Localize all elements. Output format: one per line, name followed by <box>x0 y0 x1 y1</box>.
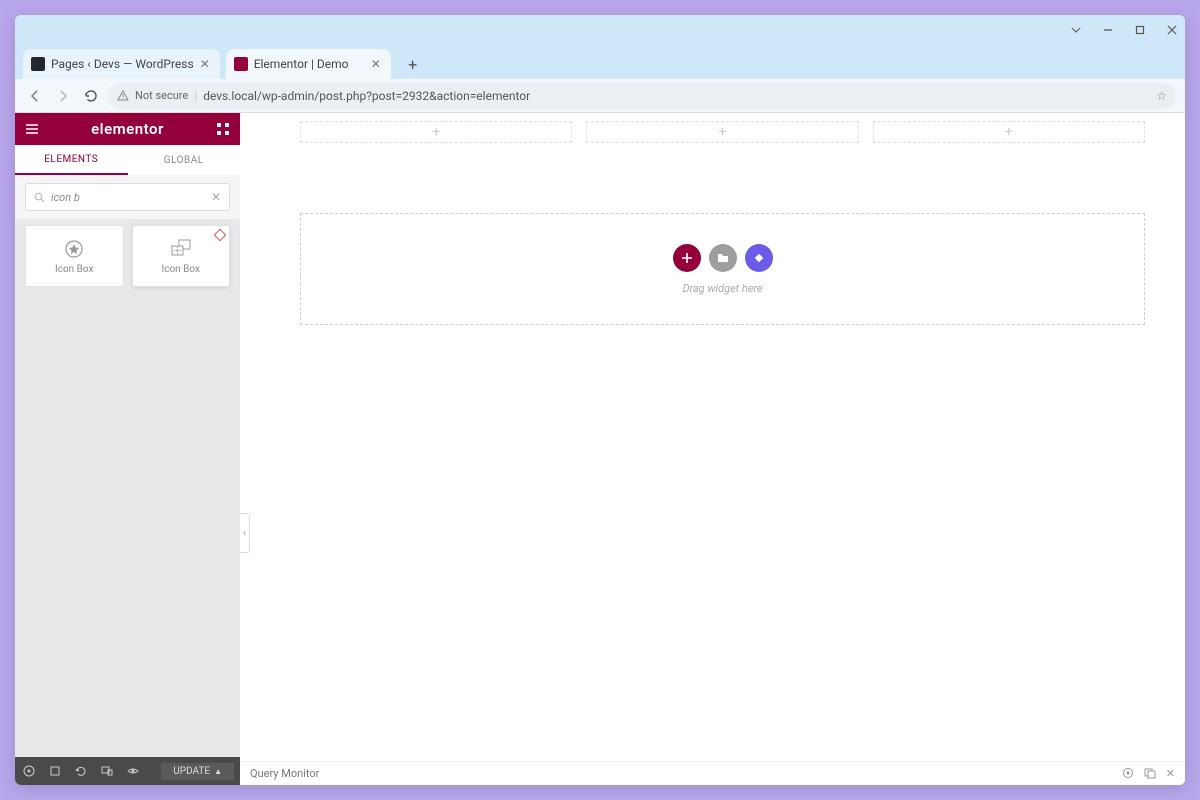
search-icon <box>34 192 45 203</box>
browser-toolbar: Not secure | devs.local/wp-admin/post.ph… <box>15 79 1185 113</box>
icon-box-icon <box>170 238 192 260</box>
security-label: Not secure <box>135 89 188 102</box>
back-button[interactable] <box>23 84 47 108</box>
browser-tab[interactable]: Elementor | Demo ✕ <box>226 49 391 79</box>
tab-global[interactable]: GLOBAL <box>128 145 241 175</box>
drop-zone-buttons <box>673 244 773 272</box>
query-monitor-label[interactable]: Query Monitor <box>250 767 319 780</box>
preview-icon[interactable] <box>125 763 141 779</box>
drop-zone[interactable]: Drag widget here <box>300 213 1145 325</box>
add-block-button[interactable] <box>745 244 773 272</box>
drop-hint: Drag widget here <box>682 282 762 295</box>
search-wrap: ✕ <box>15 175 240 219</box>
browser-tab[interactable]: Pages ‹ Devs — WordPress ✕ <box>23 49 220 79</box>
history-icon[interactable] <box>73 763 89 779</box>
update-label: UPDATE <box>173 766 210 777</box>
sidebar-footer: UPDATE ▲ <box>15 757 240 785</box>
minimize-button[interactable] <box>1101 23 1115 37</box>
widgets-grid: Icon Box Icon Box <box>15 219 240 293</box>
search-input[interactable] <box>51 191 205 204</box>
menu-icon[interactable] <box>23 120 41 138</box>
dropdown-icon[interactable] <box>1069 23 1083 37</box>
tab-elements[interactable]: ELEMENTS <box>15 145 128 175</box>
tab-title: Pages ‹ Devs — WordPress <box>51 57 194 71</box>
plus-icon: + <box>432 124 440 140</box>
grid-icon[interactable] <box>214 120 232 138</box>
chevron-up-icon: ▲ <box>214 767 222 776</box>
close-button[interactable] <box>1165 23 1179 37</box>
address-bar[interactable]: Not secure | devs.local/wp-admin/post.ph… <box>107 83 1177 109</box>
favicon-icon <box>234 57 248 71</box>
brand-logo: elementor <box>91 120 164 138</box>
pro-badge-icon <box>214 229 226 241</box>
plus-icon: + <box>719 124 727 140</box>
update-button[interactable]: UPDATE ▲ <box>161 763 234 780</box>
widget-label: Icon Box <box>162 264 200 275</box>
reload-button[interactable] <box>79 84 103 108</box>
sections-row: + + + <box>300 121 1145 143</box>
widget-icon-box-pro[interactable]: Icon Box <box>132 225 231 287</box>
sidebar-header: elementor <box>15 113 240 145</box>
add-section-button[interactable] <box>673 244 701 272</box>
browser-tabs: Pages ‹ Devs — WordPress ✕ Elementor | D… <box>15 45 1185 79</box>
plus-icon: + <box>1005 124 1013 140</box>
new-tab-button[interactable]: + <box>401 52 425 76</box>
add-column-button[interactable]: + <box>300 121 572 143</box>
bottom-bar: Query Monitor ✕ <box>240 761 1185 785</box>
search-box: ✕ <box>25 183 230 211</box>
elementor-sidebar: elementor ELEMENTS GLOBAL ✕ Icon Box <box>15 113 240 785</box>
window-icon[interactable] <box>1144 767 1156 780</box>
add-column-button[interactable]: + <box>586 121 858 143</box>
forward-button[interactable] <box>51 84 75 108</box>
app-content: elementor ELEMENTS GLOBAL ✕ Icon Box <box>15 113 1185 785</box>
not-secure-icon <box>117 90 129 102</box>
url-text: devs.local/wp-admin/post.php?post=2932&a… <box>203 89 530 103</box>
maximize-button[interactable] <box>1133 23 1147 37</box>
widget-icon-box[interactable]: Icon Box <box>25 225 124 287</box>
sidebar-tabs: ELEMENTS GLOBAL <box>15 145 240 175</box>
bottom-right-icons: ✕ <box>1122 767 1175 780</box>
icon-box-icon <box>63 238 85 260</box>
add-template-button[interactable] <box>709 244 737 272</box>
bookmark-icon[interactable]: ☆ <box>1156 89 1167 103</box>
close-icon[interactable]: ✕ <box>1166 767 1175 780</box>
collapse-sidebar-button[interactable]: ‹ <box>240 513 250 553</box>
clear-search-icon[interactable]: ✕ <box>211 190 221 204</box>
gear-icon[interactable] <box>1122 767 1134 780</box>
tab-close-icon[interactable]: ✕ <box>200 57 212 71</box>
editor-canvas: + + + Drag widget here <box>240 113 1185 785</box>
tab-close-icon[interactable]: ✕ <box>371 57 383 71</box>
add-column-button[interactable]: + <box>873 121 1145 143</box>
navigator-icon[interactable] <box>47 763 63 779</box>
widget-label: Icon Box <box>55 264 93 275</box>
settings-icon[interactable] <box>21 763 37 779</box>
browser-window: Pages ‹ Devs — WordPress ✕ Elementor | D… <box>15 15 1185 785</box>
tab-title: Elementor | Demo <box>254 57 365 71</box>
title-bar <box>15 15 1185 45</box>
responsive-icon[interactable] <box>99 763 115 779</box>
favicon-icon <box>31 57 45 71</box>
